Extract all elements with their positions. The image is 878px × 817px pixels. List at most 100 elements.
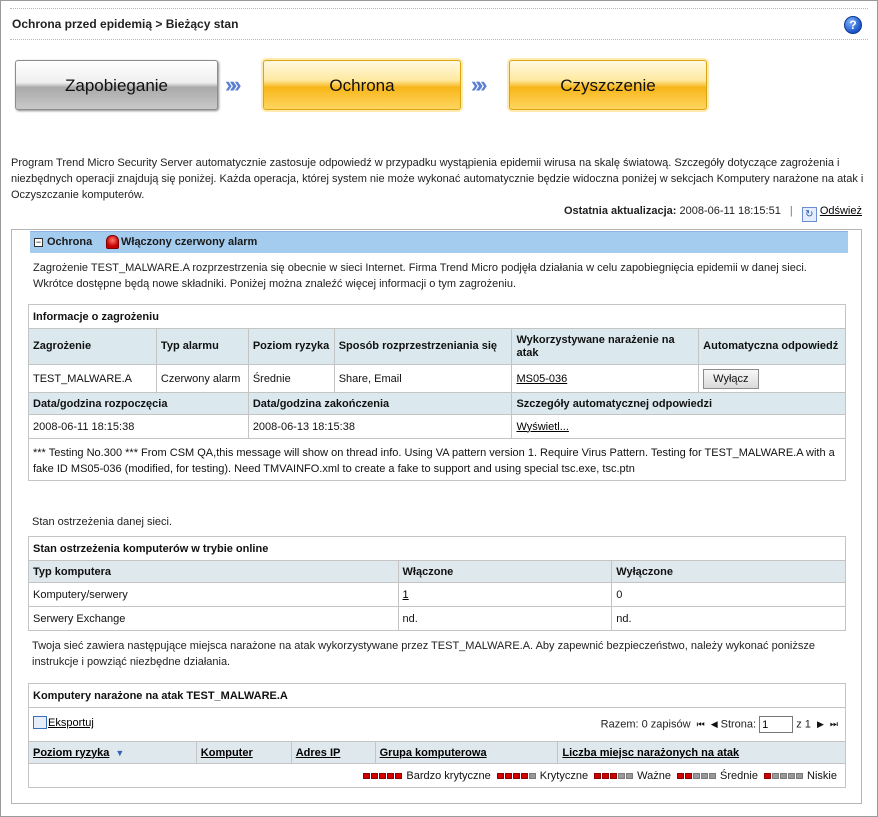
auto-response-cell: Wyłącz (698, 364, 846, 393)
vulnerability-link[interactable]: MS05-036 (516, 373, 567, 385)
risk-level-indicator-icon (520, 772, 528, 779)
risk-level-indicator-icon (496, 772, 504, 779)
computer-type: Serwery Exchange (28, 606, 399, 631)
refresh-icon[interactable]: ↻ (801, 207, 817, 222)
risk-level-indicator-icon (626, 772, 634, 779)
col-vulnerability: Wykorzystywane narażenie na atak (511, 328, 700, 365)
risk-level-indicator-icon (379, 772, 387, 779)
sort-computer-group[interactable]: Grupa komputerowa (380, 747, 487, 759)
disabled-count: 0 (611, 582, 846, 607)
risk-level-indicator-icon (618, 772, 626, 779)
risk-level-indicator-icon (371, 772, 379, 779)
col-end-time: Data/godzina zakończenia (247, 392, 513, 415)
update-separator: | (789, 205, 793, 217)
legend-item: Ważne (594, 770, 671, 782)
col-start-time: Data/godzina rozpoczęcia (28, 392, 249, 415)
col-risk-level: Poziom ryzyka (247, 328, 335, 365)
refresh-link[interactable]: Odśwież (820, 205, 862, 217)
online-status-table: Stan ostrzeżenia komputerów w trybie onl… (28, 536, 846, 631)
legend-label: Średnie (717, 769, 758, 782)
legend-label: Ważne (634, 769, 671, 782)
collapse-icon[interactable]: − (34, 238, 43, 247)
col-disabled: Wyłączone (611, 560, 846, 583)
col-response-details: Szczegóły automatycznej odpowiedzi (511, 392, 846, 415)
last-page-icon[interactable]: ⏭ (830, 719, 838, 729)
vulnerable-section-title: Komputery narażone na atak TEST_MALWARE.… (28, 683, 846, 708)
legend-label: Bardzo krytyczne (403, 769, 491, 782)
page-input[interactable] (759, 716, 794, 733)
page-count: z 1 (796, 718, 811, 731)
sort-risk-level[interactable]: Poziom ryzyka (33, 747, 109, 759)
risk-level-indicator-icon (685, 772, 692, 779)
risk-level-indicator-icon (795, 772, 803, 779)
vulnerability-cell: MS05-036 (511, 364, 700, 393)
enabled-count-link[interactable]: 1 (403, 589, 409, 601)
legend-item: Krytyczne (496, 769, 589, 782)
legend-label: Niskie (803, 769, 837, 782)
pager: Razem: 0 zapisów ⏮ ◀Strona: z 1 ▶ ⏭ (601, 716, 841, 733)
table-toolbar: Eksportuj Razem: 0 zapisów ⏮ ◀Strona: z 1… (28, 707, 846, 742)
threat-name: TEST_MALWARE.A (28, 364, 157, 393)
workflow-steps: Zapobieganie »» Ochrona »» Czyszczenie (15, 60, 715, 110)
disable-button[interactable]: Wyłącz (703, 368, 759, 389)
sort-desc-icon[interactable]: ▼ (115, 748, 124, 758)
table-row: Komputery/serwery 1 0 (28, 582, 846, 607)
step-prevention[interactable]: Zapobieganie (15, 60, 218, 110)
red-alarm-icon (106, 235, 119, 249)
risk-level-indicator-icon (504, 772, 512, 779)
disabled-count: nd. (611, 606, 846, 631)
legend-item: Bardzo krytyczne (363, 769, 491, 782)
threat-description: Zagrożenie TEST_MALWARE.A rozprzestrzeni… (33, 262, 807, 290)
vulnerable-computers-table: Komputery narażone na atak TEST_MALWARE.… (28, 683, 846, 788)
page-label: Strona: (720, 718, 757, 731)
risk-level-indicator-icon (763, 772, 771, 779)
col-vulnerability-count: Liczba miejsc narażonych na atak (557, 741, 846, 764)
col-enabled: Włączone (397, 560, 613, 583)
col-threat: Zagrożenie (28, 328, 157, 365)
risk-level-indicator-icon (363, 772, 371, 779)
export-link[interactable]: Eksportuj (48, 717, 94, 729)
risk-level-indicator-icon (779, 772, 787, 779)
last-update: Ostatnia aktualizacja: 2008-06-11 18:15:… (564, 205, 862, 222)
sort-vulnerability-count[interactable]: Liczba miejsc narażonych na atak (562, 747, 739, 759)
spread-method: Share, Email (333, 364, 513, 393)
alarm-type: Czerwony alarm (155, 364, 249, 393)
col-computer-type: Typ komputera (28, 560, 399, 583)
next-page-icon[interactable]: ▶ (817, 719, 824, 729)
legend-item: Niskie (763, 769, 837, 782)
risk-level-indicator-icon (594, 772, 602, 779)
col-risk-level: Poziom ryzyka ▼ (28, 741, 197, 764)
step-protection[interactable]: Ochrona (263, 60, 461, 110)
threat-info-table: Informacje o zagrożeniu Zagrożenie Typ a… (28, 304, 846, 481)
risk-level-indicator-icon (771, 772, 779, 779)
alarm-status: Włączony czerwony alarm (121, 236, 258, 248)
step-cleanup[interactable]: Czyszczenie (509, 60, 707, 110)
prev-page-icon[interactable]: ◀ (711, 719, 718, 729)
view-details-link[interactable]: Wyświetl... (516, 421, 568, 433)
page-title: Ochrona przed epidemią > Bieżący stan (12, 17, 239, 31)
total-records: Razem: 0 zapisów (600, 718, 691, 731)
step-arrow-icon: »» (225, 72, 241, 97)
risk-legend: Bardzo krytyczne Krytyczne Ważne Średnie… (28, 763, 846, 788)
risk-level-indicator-icon (709, 772, 716, 779)
last-update-value: 2008-06-11 18:15:51 (679, 205, 781, 217)
network-caption: Stan ostrzeżenia danej sieci. (32, 516, 173, 528)
page-header: Ochrona przed epidemią > Bieżący stan ? (10, 9, 868, 40)
legend-label: Krytyczne (536, 769, 589, 782)
response-details-cell: Wyświetl... (511, 414, 846, 439)
sort-ip-address[interactable]: Adres IP (296, 747, 341, 759)
start-time: 2008-06-11 18:15:38 (28, 414, 249, 439)
help-icon[interactable]: ? (844, 16, 862, 34)
vulnerable-intro: Twoja sieć zawiera następujące miejsca n… (32, 640, 815, 668)
end-time: 2008-06-13 18:15:38 (247, 414, 513, 439)
risk-level-indicator-icon (528, 772, 536, 779)
last-update-label: Ostatnia aktualizacja: (563, 205, 677, 217)
risk-level-indicator-icon (387, 772, 395, 779)
sort-computer[interactable]: Komputer (201, 747, 253, 759)
risk-level-indicator-icon (395, 772, 403, 779)
col-spread: Sposób rozprzestrzeniania się (333, 328, 513, 365)
first-page-icon[interactable]: ⏮ (697, 719, 705, 729)
risk-level-indicator-icon (677, 772, 684, 779)
export-icon[interactable] (33, 716, 47, 729)
risk-level-indicator-icon (610, 772, 618, 779)
